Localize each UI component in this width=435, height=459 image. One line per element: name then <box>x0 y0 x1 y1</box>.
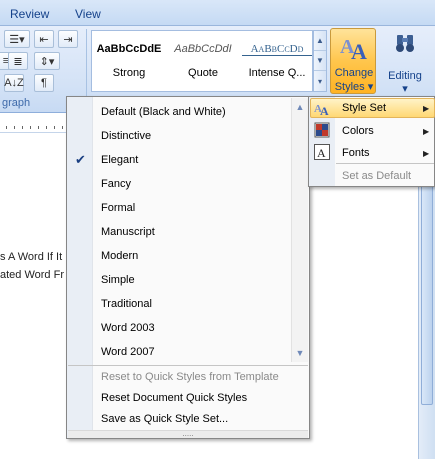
change-styles-submenu: A A Style Set ▶ Colors ▶ A Fonts ▶ Set a… <box>308 96 435 187</box>
scroll-down-icon[interactable]: ▼ <box>292 348 308 358</box>
menu-item-label: Word 2003 <box>101 322 155 334</box>
menu-item-formal[interactable]: Formal <box>68 197 292 219</box>
show-formatting-button[interactable]: ¶ <box>34 74 54 92</box>
menu-item-label: Save as Quick Style Set... <box>101 413 229 425</box>
scroll-up-icon[interactable]: ▲ <box>292 102 308 112</box>
style-sample: AaBbCcDd <box>242 43 312 56</box>
gallery-up-icon[interactable]: ▲ <box>314 31 326 51</box>
justify-align-button[interactable]: ≣ <box>8 52 28 70</box>
checkmark-icon: ✔ <box>75 152 86 167</box>
increase-indent-button[interactable]: ⇥ <box>58 30 78 48</box>
gallery-more-icon[interactable]: ▾ <box>314 71 326 91</box>
menu-item-traditional[interactable]: Traditional <box>68 293 292 315</box>
style-sample: AaBbCcDdE <box>96 43 162 55</box>
style-name: Quote <box>188 67 218 79</box>
menu-item-label: Formal <box>101 202 136 214</box>
submenu-item-fonts[interactable]: Fonts <box>342 147 370 159</box>
tab-review[interactable]: Review <box>10 7 49 21</box>
svg-text:A: A <box>351 39 367 63</box>
chevron-down-icon: ▾ <box>367 81 374 93</box>
menu-item-save-as-quick-style-set[interactable]: Save as Quick Style Set... <box>68 409 292 431</box>
submenu-arrow-icon: ▶ <box>423 104 430 113</box>
menu-item-label: Distinctive <box>101 130 152 142</box>
menu-item-label: Reset Document Quick Styles <box>101 392 248 404</box>
editing-button[interactable]: Editing ▾ <box>384 28 426 95</box>
style-set-icon: A A <box>314 103 329 116</box>
menu-item-word-2003[interactable]: Word 2003 <box>68 317 292 339</box>
document-text-line: s A Word If It <box>0 251 63 263</box>
paragraph-group-label: graph <box>2 97 31 109</box>
menu-resize-grip[interactable]: ..... <box>68 430 308 438</box>
ribbon-tab-bar: Review View <box>0 0 435 26</box>
menu-item-default-black-and-white[interactable]: Default (Black and White) <box>68 101 292 123</box>
menu-item-label: Elegant <box>101 154 139 166</box>
menu-item-label: Manuscript <box>101 226 155 238</box>
submenu-item-set-as-default: Set as Default <box>342 170 412 182</box>
colors-icon <box>314 122 330 138</box>
tab-view[interactable]: View <box>75 7 101 21</box>
menu-item-label: Traditional <box>101 298 152 310</box>
menu-item-word-2007[interactable]: Word 2007 <box>68 341 292 363</box>
gallery-down-icon[interactable]: ▼ <box>314 51 326 71</box>
change-styles-label-1: Change <box>334 67 374 79</box>
style-strong[interactable]: AaBbCcDdE Strong <box>94 33 164 89</box>
style-quote[interactable]: AaBbCcDdI Quote <box>168 33 238 89</box>
scrollbar-thumb[interactable] <box>421 185 433 405</box>
style-sample: AaBbCcDdI <box>174 43 232 55</box>
menu-item-reset-document-quick-styles[interactable]: Reset Document Quick Styles <box>68 388 292 410</box>
menu-item-label: Fancy <box>101 178 131 190</box>
menu-item-fancy[interactable]: Fancy <box>68 173 292 195</box>
submenu-item-colors[interactable]: Colors <box>342 125 374 137</box>
submenu-arrow-icon: ▶ <box>423 149 430 158</box>
menu-item-elegant[interactable]: ✔ Elegant <box>68 149 292 171</box>
fonts-icon: A <box>314 144 330 160</box>
sort-button[interactable]: A↓Z <box>4 74 24 92</box>
menu-item-label: Simple <box>101 274 135 286</box>
change-styles-button[interactable]: A A Change Styles ▾ <box>330 28 376 94</box>
gallery-scrollbar: ▲ ▼ ▾ <box>313 30 327 92</box>
submenu-separator <box>336 163 434 164</box>
style-name: Strong <box>112 67 146 79</box>
decrease-indent-button[interactable]: ⇤ <box>34 30 54 48</box>
menu-item-modern[interactable]: Modern <box>68 245 292 267</box>
menu-scrollbar[interactable]: ▲ ▼ <box>291 98 308 362</box>
style-intense-quote[interactable]: AaBbCcDd Intense Q... <box>242 33 312 89</box>
svg-text:A: A <box>317 146 326 160</box>
menu-item-label: Modern <box>101 250 139 262</box>
change-styles-icon: A A <box>340 36 367 63</box>
svg-text:A: A <box>320 104 329 116</box>
editing-label: Editing ▾ <box>388 70 422 95</box>
style-name: Intense Q... <box>248 67 306 79</box>
document-text-line: ated Word Fr <box>0 269 64 281</box>
menu-item-simple[interactable]: Simple <box>68 269 292 291</box>
multilevel-list-button[interactable]: ☰▾ <box>4 30 30 48</box>
line-spacing-button[interactable]: ⇕▾ <box>34 52 60 70</box>
menu-item-manuscript[interactable]: Manuscript <box>68 221 292 243</box>
chevron-down-icon: ▾ <box>402 83 408 95</box>
menu-separator <box>68 365 308 366</box>
submenu-item-style-set[interactable]: Style Set <box>342 102 386 114</box>
quick-styles-gallery: AaBbCcDdE Strong AaBbCcDdI Quote AaBbCcD… <box>91 30 313 92</box>
binoculars-icon <box>396 35 414 52</box>
change-styles-label-2: Styles ▾ <box>334 81 374 93</box>
submenu-arrow-icon: ▶ <box>423 127 430 136</box>
menu-item-label: Reset to Quick Styles from Template <box>101 371 279 383</box>
style-set-menu: Default (Black and White) Distinctive ✔ … <box>66 96 310 439</box>
menu-item-reset-to-template: Reset to Quick Styles from Template <box>68 367 292 389</box>
menu-item-distinctive[interactable]: Distinctive <box>68 125 292 147</box>
menu-item-label: Word 2007 <box>101 346 155 358</box>
menu-item-label: Default (Black and White) <box>101 106 226 118</box>
horizontal-ruler <box>0 113 70 133</box>
